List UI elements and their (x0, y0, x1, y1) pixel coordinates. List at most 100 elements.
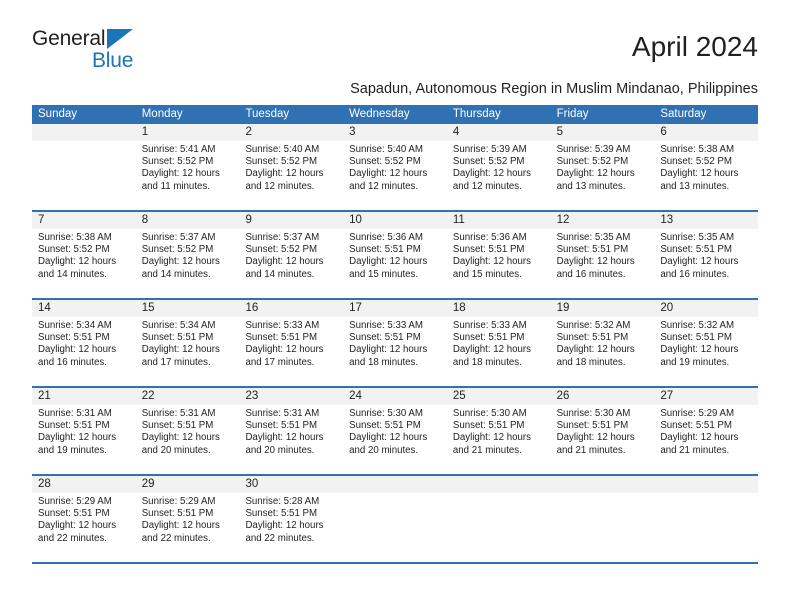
sunrise-text: Sunrise: 5:34 AM (38, 320, 112, 331)
sunset-text: Sunset: 5:51 PM (452, 332, 525, 344)
calendar-day-cell[interactable]: 9 Sunrise: 5:37 AM Sunset: 5:52 PM Daylight… (239, 212, 344, 298)
weekday-header-wednesday: Wednesday (349, 108, 410, 120)
daylight-text-cont: and 18 minutes. (452, 356, 522, 368)
sunrise-text: Sunrise: 5:40 AM (349, 144, 423, 155)
daylight-text-cont: and 16 minutes. (38, 356, 107, 368)
sunset-text: Sunset: 5:52 PM (141, 156, 214, 168)
calendar-week-row: 1 Sunrise: 5:41 AM Sunset: 5:52 PM Daylight… (32, 124, 759, 212)
daylight-text: Daylight: 12 hours (349, 432, 428, 444)
weekday-header-monday: Monday (141, 108, 183, 120)
calendar-day-cell[interactable]: 14 Sunrise: 5:34 AM Sunset: 5:51 PM Dayligh… (32, 300, 136, 386)
daylight-text: Daylight: 12 hours (349, 168, 428, 180)
daylight-text-cont: and 12 minutes. (245, 180, 315, 192)
calendar-day-cell[interactable]: 5 Sunrise: 5:39 AM Sunset: 5:52 PM Daylight… (550, 124, 655, 210)
sunset-text: Sunset: 5:51 PM (660, 332, 732, 344)
day-number: 16 (239, 300, 344, 317)
sunset-text: Sunset: 5:51 PM (660, 244, 732, 256)
logo-text-blue: Blue (92, 49, 134, 72)
daylight-text-cont: and 21 minutes. (452, 444, 522, 456)
day-number (550, 476, 655, 493)
day-number (343, 476, 447, 493)
calendar-day-cell[interactable]: 2 Sunrise: 5:40 AM Sunset: 5:52 PM Daylight… (239, 124, 344, 210)
daylight-text: Daylight: 12 hours (556, 432, 635, 444)
calendar-day-cell[interactable]: 3 Sunrise: 5:40 AM Sunset: 5:52 PM Daylight… (343, 124, 447, 210)
day-number: 14 (32, 300, 136, 317)
calendar-day-cell[interactable]: 12 Sunrise: 5:35 AM Sunset: 5:51 PM Dayligh… (550, 212, 655, 298)
sunrise-text: Sunrise: 5:30 AM (452, 408, 527, 419)
day-details: Sunrise: 5:31 AM Sunset: 5:51 PM Daylight:… (136, 405, 240, 474)
calendar-day-cell-empty (550, 476, 655, 562)
calendar-day-cell[interactable]: 26 Sunrise: 5:30 AM Sunset: 5:51 PM Dayligh… (550, 388, 655, 474)
day-details (551, 493, 655, 562)
calendar-day-cell[interactable]: 28 Sunrise: 5:29 AM Sunset: 5:51 PM Dayligh… (32, 476, 136, 562)
calendar-day-cell-empty (343, 476, 447, 562)
day-details: Sunrise: 5:33 AM Sunset: 5:51 PM Daylight:… (239, 317, 343, 386)
sunset-text: Sunset: 5:51 PM (556, 332, 629, 344)
calendar-day-cell[interactable]: 16 Sunrise: 5:33 AM Sunset: 5:51 PM Dayligh… (239, 300, 344, 386)
day-details: Sunrise: 5:37 AM Sunset: 5:52 PM Daylight:… (239, 229, 343, 298)
page-title: April 2024 (631, 31, 758, 62)
calendar-day-cell[interactable]: 20 Sunrise: 5:32 AM Sunset: 5:51 PM Dayligh… (654, 300, 759, 386)
sunrise-text: Sunrise: 5:31 AM (245, 408, 320, 419)
day-details: Sunrise: 5:35 AM Sunset: 5:51 PM Daylight:… (551, 229, 655, 298)
calendar-day-cell[interactable]: 18 Sunrise: 5:33 AM Sunset: 5:51 PM Dayligh… (446, 300, 551, 386)
sunset-text: Sunset: 5:51 PM (556, 420, 629, 432)
calendar-day-cell[interactable]: 4 Sunrise: 5:39 AM Sunset: 5:52 PM Daylight… (446, 124, 551, 210)
sunset-text: Sunset: 5:51 PM (141, 420, 214, 432)
sunset-text: Sunset: 5:51 PM (349, 420, 421, 432)
sunset-text: Sunset: 5:51 PM (452, 244, 525, 256)
daylight-text: Daylight: 12 hours (38, 432, 117, 444)
sunset-text: Sunset: 5:51 PM (38, 508, 110, 520)
calendar-day-cell[interactable]: 21 Sunrise: 5:31 AM Sunset: 5:51 PM Dayligh… (32, 388, 136, 474)
calendar-day-cell[interactable]: 13 Sunrise: 5:35 AM Sunset: 5:51 PM Dayligh… (654, 212, 759, 298)
daylight-text: Daylight: 12 hours (556, 344, 635, 356)
calendar-day-cell[interactable]: 8 Sunrise: 5:37 AM Sunset: 5:52 PM Daylight… (135, 212, 240, 298)
sunrise-text: Sunrise: 5:30 AM (349, 408, 423, 419)
sunset-text: Sunset: 5:52 PM (452, 156, 525, 168)
calendar-day-cell[interactable]: 1 Sunrise: 5:41 AM Sunset: 5:52 PM Daylight… (135, 124, 240, 210)
calendar-day-cell[interactable]: 30 Sunrise: 5:28 AM Sunset: 5:51 PM Dayligh… (239, 476, 344, 562)
calendar-day-cell[interactable]: 6 Sunrise: 5:38 AM Sunset: 5:52 PM Daylight… (654, 124, 759, 210)
daylight-text: Daylight: 12 hours (245, 432, 324, 444)
sunrise-text: Sunrise: 5:38 AM (38, 232, 112, 243)
calendar-day-cell[interactable]: 24 Sunrise: 5:30 AM Sunset: 5:51 PM Dayligh… (343, 388, 447, 474)
daylight-text: Daylight: 12 hours (245, 256, 324, 268)
calendar-day-cell[interactable]: 19 Sunrise: 5:32 AM Sunset: 5:51 PM Dayligh… (550, 300, 655, 386)
day-number: 22 (135, 388, 240, 405)
calendar-day-cell[interactable]: 29 Sunrise: 5:29 AM Sunset: 5:51 PM Dayligh… (135, 476, 240, 562)
location-subtitle: Sapadun, Autonomous Region in Muslim Min… (350, 81, 758, 97)
daylight-text-cont: and 17 minutes. (245, 356, 315, 368)
daylight-text-cont: and 21 minutes. (556, 444, 626, 456)
calendar-day-cell-empty (32, 124, 136, 210)
daylight-text-cont: and 22 minutes. (245, 532, 315, 544)
calendar-week-row: 14 Sunrise: 5:34 AM Sunset: 5:51 PM Dayligh… (32, 300, 759, 388)
day-number: 23 (239, 388, 344, 405)
daylight-text: Daylight: 12 hours (452, 432, 531, 444)
calendar-day-cell[interactable]: 15 Sunrise: 5:34 AM Sunset: 5:51 PM Dayligh… (135, 300, 240, 386)
sunrise-text: Sunrise: 5:33 AM (245, 320, 320, 331)
sunrise-text: Sunrise: 5:30 AM (556, 408, 631, 419)
day-number: 28 (32, 476, 136, 493)
calendar-weeks: 1 Sunrise: 5:41 AM Sunset: 5:52 PM Daylight… (32, 124, 759, 564)
calendar-day-cell[interactable]: 25 Sunrise: 5:30 AM Sunset: 5:51 PM Dayligh… (446, 388, 551, 474)
daylight-text: Daylight: 12 hours (660, 168, 739, 180)
day-details: Sunrise: 5:36 AM Sunset: 5:51 PM Daylight:… (447, 229, 551, 298)
calendar-day-cell[interactable]: 10 Sunrise: 5:36 AM Sunset: 5:51 PM Dayligh… (343, 212, 447, 298)
calendar-day-cell[interactable]: 11 Sunrise: 5:36 AM Sunset: 5:51 PM Dayligh… (446, 212, 551, 298)
sunrise-text: Sunrise: 5:39 AM (556, 144, 631, 155)
calendar-day-cell[interactable]: 7 Sunrise: 5:38 AM Sunset: 5:52 PM Daylight… (32, 212, 136, 298)
sunset-text: Sunset: 5:51 PM (349, 332, 421, 344)
calendar-day-cell[interactable]: 22 Sunrise: 5:31 AM Sunset: 5:51 PM Dayligh… (135, 388, 240, 474)
daylight-text: Daylight: 12 hours (245, 520, 324, 532)
calendar-week-row: 21 Sunrise: 5:31 AM Sunset: 5:51 PM Dayligh… (32, 388, 759, 476)
day-details: Sunrise: 5:38 AM Sunset: 5:52 PM Daylight:… (32, 229, 136, 298)
sunrise-text: Sunrise: 5:28 AM (245, 496, 320, 507)
weekday-header-saturday: Saturday (660, 108, 707, 120)
calendar-day-cell[interactable]: 17 Sunrise: 5:33 AM Sunset: 5:51 PM Dayligh… (343, 300, 447, 386)
sunrise-text: Sunrise: 5:38 AM (660, 144, 735, 155)
day-number (446, 476, 551, 493)
daylight-text-cont: and 13 minutes. (556, 180, 626, 192)
calendar-day-cell[interactable]: 23 Sunrise: 5:31 AM Sunset: 5:51 PM Dayligh… (239, 388, 344, 474)
calendar-day-cell[interactable]: 27 Sunrise: 5:29 AM Sunset: 5:51 PM Dayligh… (654, 388, 759, 474)
daylight-text: Daylight: 12 hours (245, 344, 324, 356)
